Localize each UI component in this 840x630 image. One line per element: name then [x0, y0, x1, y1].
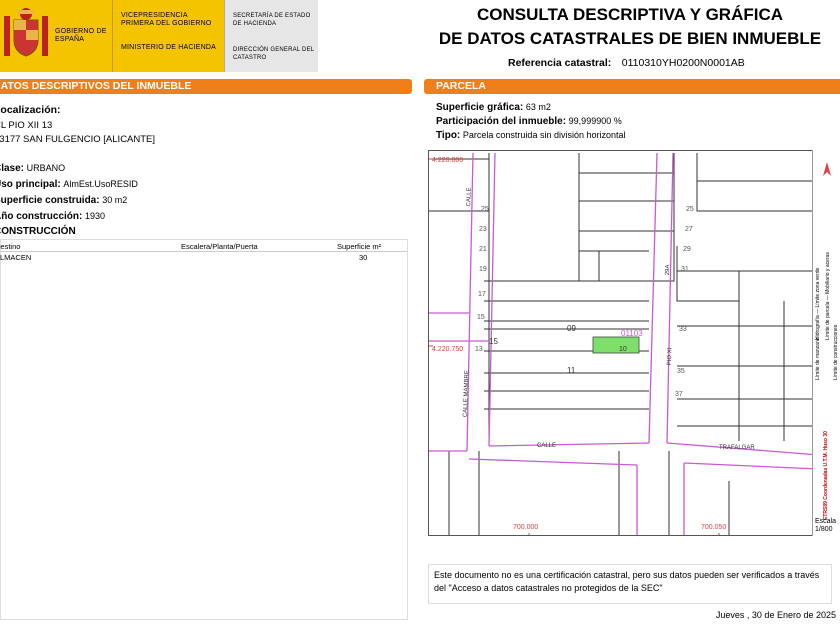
svg-text:15: 15 — [489, 337, 498, 346]
superficie-label: Superficie construida: — [0, 195, 100, 206]
table-row: ALMACEN 30 — [0, 253, 407, 263]
col-escalera: Escalera/Planta/Puerta — [181, 242, 258, 251]
svg-text:4.220.800: 4.220.800 — [432, 157, 463, 164]
svg-text:21: 21 — [479, 246, 487, 253]
svg-text:25: 25 — [481, 206, 489, 213]
svg-text:27: 27 — [685, 226, 693, 233]
svg-text:31: 31 — [681, 266, 689, 273]
svg-text:25: 25 — [686, 206, 694, 213]
svg-text:10: 10 — [619, 346, 627, 353]
property-attributes: Clase: URBANO Uso principal: AlmEst.UsoR… — [0, 162, 138, 223]
coat-of-arms-icon — [4, 8, 48, 57]
svg-text:700.000: 700.000 — [513, 524, 538, 531]
section-title-parcela: PARCELA — [436, 80, 486, 92]
cadastral-reference: Referencia catastral: 0110310YH0200N0001… — [508, 53, 745, 71]
tipo-label: Tipo: — [436, 130, 461, 141]
anio-label: Año construcción: — [0, 211, 83, 222]
section-title-descriptive: DATOS DESCRIPTIVOS DEL INMUEBLE — [0, 80, 192, 92]
secretariat-block: Secretaría de Estado de Hacienda Direcci… — [224, 0, 318, 72]
uso-value: AlmEst.UsoRESID — [63, 179, 138, 189]
map-legend: Hidrografía — Límite zona verde Límite d… — [812, 150, 840, 536]
ministry-name: Ministerio de Hacienda — [121, 44, 217, 51]
ref-label: Referencia catastral: — [508, 57, 612, 69]
svg-text:CALLE: CALLE — [537, 443, 556, 449]
tipo-value: Parcela construida sin división horizont… — [462, 130, 626, 140]
parcel-highlight — [592, 336, 640, 354]
gov-logo-block: Gobierno de España — [0, 0, 112, 72]
descriptive-data: Localización: CL PIO XII 13 03177 SAN FU… — [0, 104, 155, 146]
document-date: Jueves , 30 de Enero de 2025 — [715, 610, 836, 620]
secretariat-name: Secretaría de Estado de Hacienda — [233, 13, 311, 27]
north-arrow-icon — [823, 162, 831, 176]
participacion-label: Participación del inmueble: — [436, 116, 567, 127]
legend-items-b: Límite de parcela — Mobiliario y aceras — [825, 252, 831, 340]
superficie-value: 30 m2 — [102, 195, 128, 205]
directorate-name: Dirección General del Catastro — [233, 47, 315, 61]
svg-text:33: 33 — [679, 326, 687, 333]
col-destino: Destino — [0, 242, 21, 251]
clase-value: URBANO — [26, 163, 66, 173]
participacion-value: 99,999900 % — [568, 116, 622, 126]
legend-manzana: Límite de manzana — [815, 337, 821, 380]
doc-title-line2: DE DATOS CATASTRALES DE BIEN INMUEBLE — [438, 29, 822, 48]
svg-text:4.220.750: 4.220.750 — [432, 346, 463, 353]
anio-value: 1930 — [84, 211, 106, 221]
col-superficie: Superficie m² — [337, 242, 382, 251]
legend-parcela: Límite de parcela — [825, 301, 831, 340]
legend-mobiliario: Mobiliario y aceras — [825, 252, 831, 294]
ministry-block: Vicepresidencia Primera del Gobierno Min… — [112, 0, 224, 72]
svg-text:23: 23 — [479, 226, 487, 233]
legend-coord-note: ETRS89 Coordenadas U.T.M. Huso 30 — [823, 431, 829, 520]
uso-label: Uso principal: — [0, 179, 61, 190]
svg-text:CALLE MAMBRE: CALLE MAMBRE — [463, 370, 471, 417]
legend-items-c: Límite de construcciones — [833, 320, 839, 380]
sup-grafica-value: 63 m2 — [525, 102, 551, 112]
svg-text:15: 15 — [477, 314, 485, 321]
address-line2: 03177 SAN FULGENCIO [ALICANTE] — [0, 134, 156, 145]
scale-label: Escala — [815, 518, 837, 525]
gov-name: Gobierno de España — [55, 28, 107, 43]
legend-items-d: Límite de manzana — [815, 320, 821, 380]
svg-text:29: 29 — [683, 246, 691, 253]
construccion-title: CONSTRUCCIÓN — [0, 226, 76, 237]
svg-text:11: 11 — [567, 366, 576, 375]
legend-zona-verde: Límite zona verde — [815, 267, 821, 308]
address-line1: CL PIO XII 13 — [0, 120, 53, 131]
cadastral-map[interactable]: 25 23 21 19 17 15 13 25 27 29 31 33 35 37 09 10 … — [428, 150, 840, 536]
parcela-data: Superficie gráfica: 63 m2 Participación … — [436, 101, 626, 142]
location-label: Localización: — [0, 104, 61, 116]
section-bar-parcela: PARCELA — [424, 79, 840, 94]
svg-text:PIO XI: PIO XI — [667, 347, 674, 365]
section-bar-descriptive: DATOS DESCRIPTIVOS DEL INMUEBLE — [0, 79, 412, 94]
vp-title: Vicepresidencia Primera del Gobierno — [121, 12, 212, 27]
legend-construcciones: Límite de construcciones — [833, 324, 839, 380]
legend-items-a: Hidrografía — Límite zona verde — [815, 267, 821, 340]
svg-text:29A: 29A — [665, 264, 671, 275]
row-superficie: 30 — [359, 253, 368, 262]
svg-text:TRAFALGAR: TRAFALGAR — [719, 445, 755, 451]
doc-title-line1: CONSULTA DESCRIPTIVA Y GRÁFICA — [476, 5, 784, 24]
svg-text:37: 37 — [675, 391, 683, 398]
svg-text:01103: 01103 — [621, 329, 643, 338]
construccion-table: Destino Escalera/Planta/Puerta Superfici… — [0, 239, 408, 620]
clase-label: Clase: — [0, 163, 25, 174]
svg-text:13: 13 — [475, 346, 483, 353]
svg-text:35: 35 — [677, 368, 685, 375]
ref-value: 0110310YH0200N0001AB — [621, 57, 745, 69]
map-drawing: 252321 191715 13 252729 313335 37 09 10 … — [429, 152, 820, 535]
svg-text:CALLE: CALLE — [466, 187, 473, 206]
table-header-rule — [1, 251, 407, 252]
svg-text:700.050: 700.050 — [701, 524, 726, 531]
svg-text:17: 17 — [478, 291, 486, 298]
scale-value: 1/800 — [815, 526, 833, 533]
svg-text:09: 09 — [567, 324, 576, 333]
sup-grafica-label: Superficie gráfica: — [436, 102, 524, 113]
disclaimer-note: Este documento no es una certificación c… — [428, 564, 832, 604]
svg-text:19: 19 — [479, 266, 487, 273]
row-destino: ALMACEN — [0, 253, 32, 262]
